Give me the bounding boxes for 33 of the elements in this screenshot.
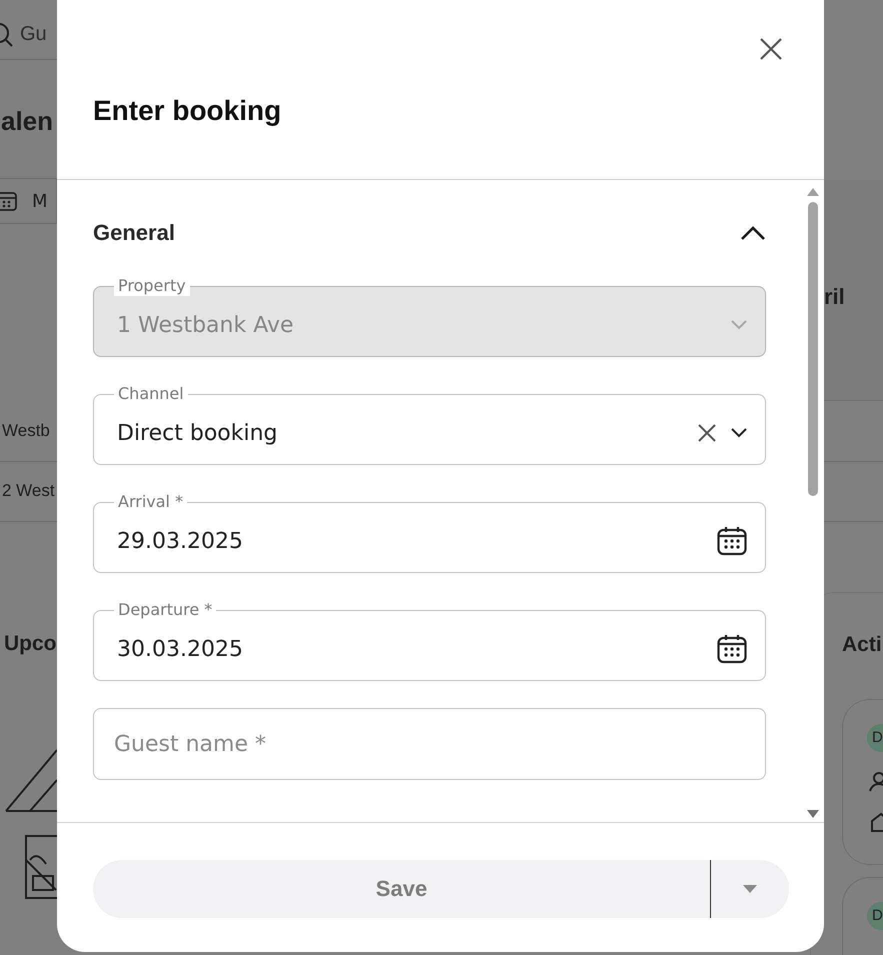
date-field[interactable]: Departure * 30.03.2025 xyxy=(93,600,766,681)
field-value: 30.03.2025 xyxy=(116,636,244,662)
chevron-down-icon[interactable] xyxy=(731,428,747,438)
select-field[interactable]: Channel Direct booking xyxy=(93,384,766,465)
page-heading: alen xyxy=(1,106,54,137)
property-name: Westb xyxy=(2,421,50,441)
field-value: 1 Westbank Ave xyxy=(116,312,295,338)
caret-down-icon xyxy=(743,885,757,893)
person-icon xyxy=(869,772,883,792)
initial-avatar: D xyxy=(867,902,883,930)
calendar-icon xyxy=(0,190,18,212)
section-header[interactable]: General xyxy=(93,216,766,250)
property-name: 2 West xyxy=(2,481,55,501)
house-icon xyxy=(871,812,883,832)
scroll-up-icon[interactable] xyxy=(807,188,819,196)
month-label: ril xyxy=(824,284,845,310)
section-heading: Upco xyxy=(4,632,56,656)
dialog-title: Enter booking xyxy=(93,95,282,127)
field-value: Direct booking xyxy=(116,420,279,446)
section-heading: Acti xyxy=(842,633,882,657)
scroll-down-icon[interactable] xyxy=(807,810,819,818)
chevron-up-icon xyxy=(740,225,766,241)
field-label: Property xyxy=(114,276,190,296)
calendar-icon[interactable] xyxy=(717,634,747,664)
text-field[interactable]: Guest name * xyxy=(93,708,766,780)
initial-avatar: D xyxy=(867,724,883,752)
search-placeholder: Gu xyxy=(20,23,47,46)
date-field[interactable]: Arrival * 29.03.2025 xyxy=(93,492,766,573)
scrollbar-thumb[interactable] xyxy=(808,202,818,496)
close-icon[interactable] xyxy=(759,37,783,61)
field-value: 29.03.2025 xyxy=(116,528,244,554)
calendar-icon[interactable] xyxy=(717,526,747,556)
clear-icon[interactable] xyxy=(697,423,717,443)
